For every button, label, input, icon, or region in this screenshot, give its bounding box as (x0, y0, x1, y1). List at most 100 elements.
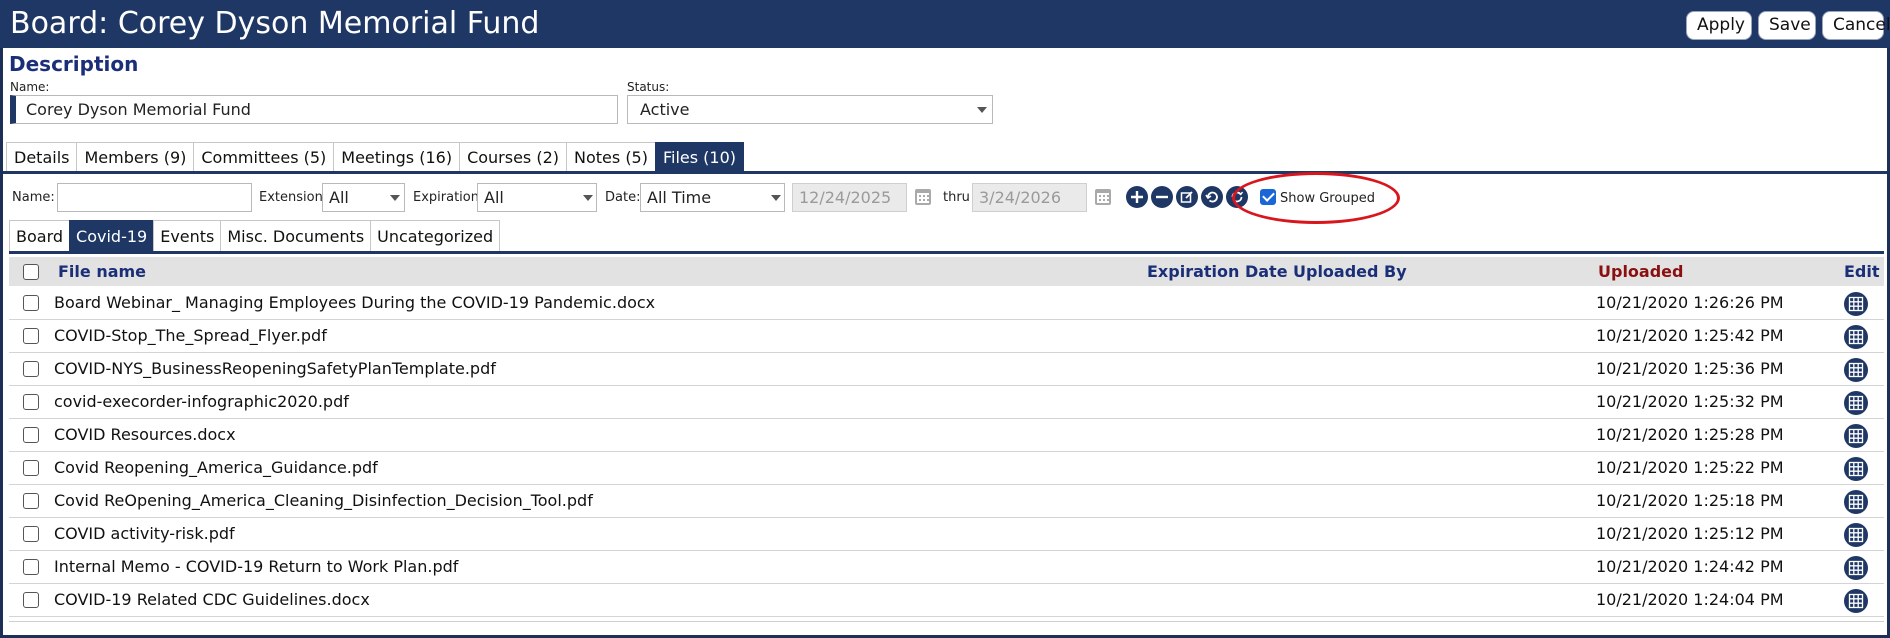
filter-name-input[interactable] (57, 183, 252, 212)
chevron-down-icon (583, 195, 593, 201)
column-file-name[interactable]: File name (58, 262, 146, 281)
grid-icon[interactable] (1844, 391, 1868, 415)
remove-icon (1156, 195, 1168, 199)
row-checkbox[interactable] (23, 592, 39, 608)
calendar-icon[interactable] (915, 189, 931, 205)
subtab-misc-documents[interactable]: Misc. Documents (220, 220, 372, 251)
filter-expiration-select[interactable]: All (477, 183, 597, 212)
table-bottom-border (9, 621, 1884, 622)
filter-extension-value: All (329, 188, 349, 207)
row-checkbox[interactable] (23, 493, 39, 509)
title-bar: Board: Corey Dyson Memorial Fund Apply S… (0, 0, 1890, 48)
grid-icon[interactable] (1844, 292, 1868, 316)
subtab-board[interactable]: Board (9, 220, 71, 251)
row-checkbox[interactable] (23, 394, 39, 410)
filter-date-label: Date: (605, 190, 641, 205)
grid-icon[interactable] (1844, 589, 1868, 613)
table-row[interactable]: COVID activity-risk.pdf 10/21/2020 1:25:1… (9, 518, 1884, 551)
grid-icon[interactable] (1844, 457, 1868, 481)
filter-date-select[interactable]: All Time (640, 183, 785, 212)
file-name-link[interactable]: COVID activity-risk.pdf (54, 524, 235, 543)
tab-meetings[interactable]: Meetings (16) (333, 142, 461, 172)
tab-files[interactable]: Files (10) (654, 142, 745, 172)
uploaded-date: 10/21/2020 1:25:32 PM (1596, 392, 1784, 411)
grid-icon[interactable] (1844, 490, 1868, 514)
table-header: File name Expiration Date Uploaded By Up… (9, 257, 1884, 286)
select-all-checkbox[interactable] (23, 264, 39, 280)
section-title-description: Description (9, 52, 139, 76)
remove-button[interactable] (1151, 186, 1173, 208)
grid-icon[interactable] (1844, 556, 1868, 580)
uploaded-date: 10/21/2020 1:24:04 PM (1596, 590, 1784, 609)
cancel-button[interactable]: Cancel (1822, 11, 1890, 40)
status-select[interactable]: Active (627, 95, 993, 124)
uploaded-date: 10/21/2020 1:25:12 PM (1596, 524, 1784, 543)
uploaded-date: 10/21/2020 1:25:42 PM (1596, 326, 1784, 345)
tab-details[interactable]: Details (6, 142, 78, 172)
grid-icon[interactable] (1844, 358, 1868, 382)
table-row[interactable]: COVID-NYS_BusinessReopeningSafetyPlanTem… (9, 353, 1884, 386)
row-checkbox[interactable] (23, 559, 39, 575)
file-name-link[interactable]: Internal Memo - COVID-19 Return to Work … (54, 557, 458, 576)
status-label: Status: (627, 80, 670, 94)
row-checkbox[interactable] (23, 460, 39, 476)
grid-icon[interactable] (1844, 325, 1868, 349)
undo-icon (1205, 191, 1218, 203)
tab-courses[interactable]: Courses (2) (459, 142, 568, 172)
name-input[interactable]: Corey Dyson Memorial Fund (10, 95, 618, 124)
file-name-link[interactable]: Covid Reopening_America_Guidance.pdf (54, 458, 378, 477)
save-button[interactable]: Save (1758, 11, 1816, 40)
table-row[interactable]: COVID Resources.docx 10/21/2020 1:25:28 P… (9, 419, 1884, 452)
row-checkbox[interactable] (23, 361, 39, 377)
file-name-link[interactable]: covid-execorder-infographic2020.pdf (54, 392, 349, 411)
chevron-down-icon (390, 195, 400, 201)
main-tabs: Details Members (9) Committees (5) Meeti… (6, 142, 745, 172)
apply-button[interactable]: Apply (1686, 11, 1752, 40)
row-checkbox[interactable] (23, 427, 39, 443)
grid-icon[interactable] (1844, 523, 1868, 547)
table-row[interactable]: Board Webinar_ Managing Employees During… (9, 287, 1884, 320)
tab-notes[interactable]: Notes (5) (566, 142, 656, 172)
add-button[interactable] (1126, 186, 1148, 208)
file-name-link[interactable]: COVID-19 Related CDC Guidelines.docx (54, 590, 370, 609)
file-name-link[interactable]: COVID Resources.docx (54, 425, 236, 444)
date-from-input[interactable]: 12/24/2025 (792, 183, 907, 212)
uploaded-date: 10/21/2020 1:24:42 PM (1596, 557, 1784, 576)
grid-icon[interactable] (1844, 424, 1868, 448)
file-group-tabs: Board Covid-19 Events Misc. Documents Un… (9, 220, 501, 251)
column-uploaded[interactable]: Uploaded (1598, 262, 1683, 281)
subtab-covid-19[interactable]: Covid-19 (69, 220, 155, 251)
table-row[interactable]: COVID-Stop_The_Spread_Flyer.pdf 10/21/202… (9, 320, 1884, 353)
subtab-events[interactable]: Events (153, 220, 222, 251)
column-expiration-date[interactable]: Expiration Date (1147, 262, 1288, 281)
file-name-link[interactable]: COVID-NYS_BusinessReopeningSafetyPlanTem… (54, 359, 496, 378)
table-row[interactable]: covid-execorder-infographic2020.pdf 10/21… (9, 386, 1884, 419)
file-name-link[interactable]: Covid ReOpening_America_Cleaning_Disinfe… (54, 491, 593, 510)
filter-expiration-label: Expiration: (413, 190, 484, 205)
subtab-divider (9, 251, 1884, 254)
row-checkbox[interactable] (23, 328, 39, 344)
table-row[interactable]: Internal Memo - COVID-19 Return to Work … (9, 551, 1884, 584)
column-uploaded-by[interactable]: Uploaded By (1293, 262, 1407, 281)
subtab-uncategorized[interactable]: Uncategorized (370, 220, 501, 251)
filter-name-label: Name: (12, 190, 55, 205)
table-row[interactable]: COVID-19 Related CDC Guidelines.docx 10/2… (9, 584, 1884, 617)
file-name-link[interactable]: COVID-Stop_The_Spread_Flyer.pdf (54, 326, 327, 345)
file-name-link[interactable]: Board Webinar_ Managing Employees During… (54, 293, 655, 312)
uploaded-date: 10/21/2020 1:25:18 PM (1596, 491, 1784, 510)
undo-button[interactable] (1201, 186, 1223, 208)
row-checkbox[interactable] (23, 526, 39, 542)
edit-icon (1180, 191, 1193, 203)
date-to-input[interactable]: 3/24/2026 (972, 183, 1087, 212)
window-title: Board: Corey Dyson Memorial Fund (10, 6, 540, 41)
tab-members[interactable]: Members (9) (76, 142, 195, 172)
uploaded-date: 10/21/2020 1:25:36 PM (1596, 359, 1784, 378)
row-checkbox[interactable] (23, 295, 39, 311)
tab-committees[interactable]: Committees (5) (193, 142, 335, 172)
table-row[interactable]: Covid Reopening_America_Guidance.pdf 10/2… (9, 452, 1884, 485)
name-label: Name: (10, 80, 50, 94)
calendar-icon[interactable] (1095, 189, 1111, 205)
table-row[interactable]: Covid ReOpening_America_Cleaning_Disinfe… (9, 485, 1884, 518)
edit-button[interactable] (1176, 186, 1198, 208)
add-icon (1131, 191, 1143, 203)
